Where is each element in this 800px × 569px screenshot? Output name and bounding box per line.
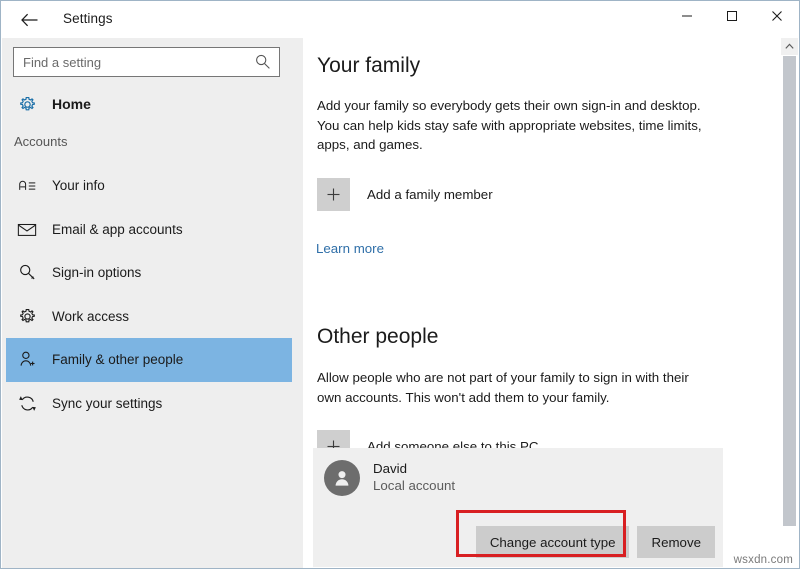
back-button[interactable] xyxy=(11,5,49,35)
change-account-type-button[interactable]: Change account type xyxy=(476,526,630,558)
window-title: Settings xyxy=(63,11,113,26)
sync-icon xyxy=(10,394,44,413)
sidebar-item-label: Family & other people xyxy=(52,352,183,367)
settings-window-screenshot: Settings xyxy=(0,0,800,569)
plus-icon xyxy=(317,178,350,211)
person-icon xyxy=(331,467,353,489)
sidebar-item-your-info[interactable]: Your info xyxy=(6,164,292,208)
gear-icon xyxy=(10,95,44,114)
search-box[interactable] xyxy=(13,47,280,77)
other-people-heading: Other people xyxy=(317,325,438,349)
sidebar-item-work-access[interactable]: Work access xyxy=(6,295,292,339)
account-text: David Local account xyxy=(373,461,455,495)
gear-icon xyxy=(10,307,44,326)
window-controls xyxy=(664,1,799,31)
sidebar-item-family-other-people[interactable]: Family & other people xyxy=(6,338,292,382)
maximize-icon xyxy=(726,10,738,22)
sidebar-item-sync-your-settings[interactable]: Sync your settings xyxy=(6,382,292,426)
main-content: Your family Add your family so everybody… xyxy=(303,38,798,567)
content-scrollbar[interactable] xyxy=(781,38,798,569)
sidebar-item-label: Work access xyxy=(52,309,129,324)
sidebar-item-label: Your info xyxy=(52,178,105,193)
sidebar-item-label: Email & app accounts xyxy=(52,222,183,237)
minimize-icon xyxy=(681,10,693,22)
chevron-up-icon xyxy=(785,43,794,50)
minimize-button[interactable] xyxy=(664,1,709,31)
sidebar-nav: Your info Email & app accounts xyxy=(2,164,303,425)
account-identity: David Local account xyxy=(313,448,723,496)
person-lines-icon xyxy=(10,177,44,194)
search-input[interactable] xyxy=(14,49,252,75)
person-add-icon xyxy=(10,350,44,369)
other-people-description: Allow people who are not part of your fa… xyxy=(317,368,712,407)
sidebar: Home Accounts xyxy=(2,38,303,569)
add-family-member-label: Add a family member xyxy=(367,187,493,202)
learn-more-link[interactable]: Learn more xyxy=(316,241,384,256)
account-type: Local account xyxy=(373,477,455,495)
close-button[interactable] xyxy=(754,1,799,31)
sidebar-item-home-label: Home xyxy=(52,96,91,112)
remove-account-button[interactable]: Remove xyxy=(637,526,715,558)
sidebar-item-label: Sign-in options xyxy=(52,265,141,280)
watermark: wsxdn.com xyxy=(734,554,793,566)
sidebar-item-home[interactable]: Home xyxy=(6,86,292,122)
back-arrow-icon xyxy=(20,12,40,28)
envelope-icon xyxy=(10,222,44,237)
avatar xyxy=(324,460,360,496)
scroll-up-button[interactable] xyxy=(781,38,798,55)
sidebar-group-label: Accounts xyxy=(14,134,67,149)
search-icon[interactable] xyxy=(254,53,272,71)
account-actions: Change account type Remove xyxy=(476,526,715,558)
account-card[interactable]: David Local account Change account type … xyxy=(313,448,723,567)
maximize-button[interactable] xyxy=(709,1,754,31)
settings-window: Settings xyxy=(0,0,800,569)
sidebar-item-sign-in-options[interactable]: Sign-in options xyxy=(6,251,292,295)
your-family-description: Add your family so everybody gets their … xyxy=(317,96,712,155)
sidebar-item-label: Sync your settings xyxy=(52,396,162,411)
close-icon xyxy=(771,10,783,22)
key-icon xyxy=(10,263,44,282)
sidebar-item-email-app-accounts[interactable]: Email & app accounts xyxy=(6,208,292,252)
add-family-member-button[interactable]: Add a family member xyxy=(317,178,717,211)
scrollbar-thumb[interactable] xyxy=(783,56,796,526)
your-family-heading: Your family xyxy=(317,54,420,78)
title-bar: Settings xyxy=(1,1,799,38)
account-name: David xyxy=(373,461,455,477)
